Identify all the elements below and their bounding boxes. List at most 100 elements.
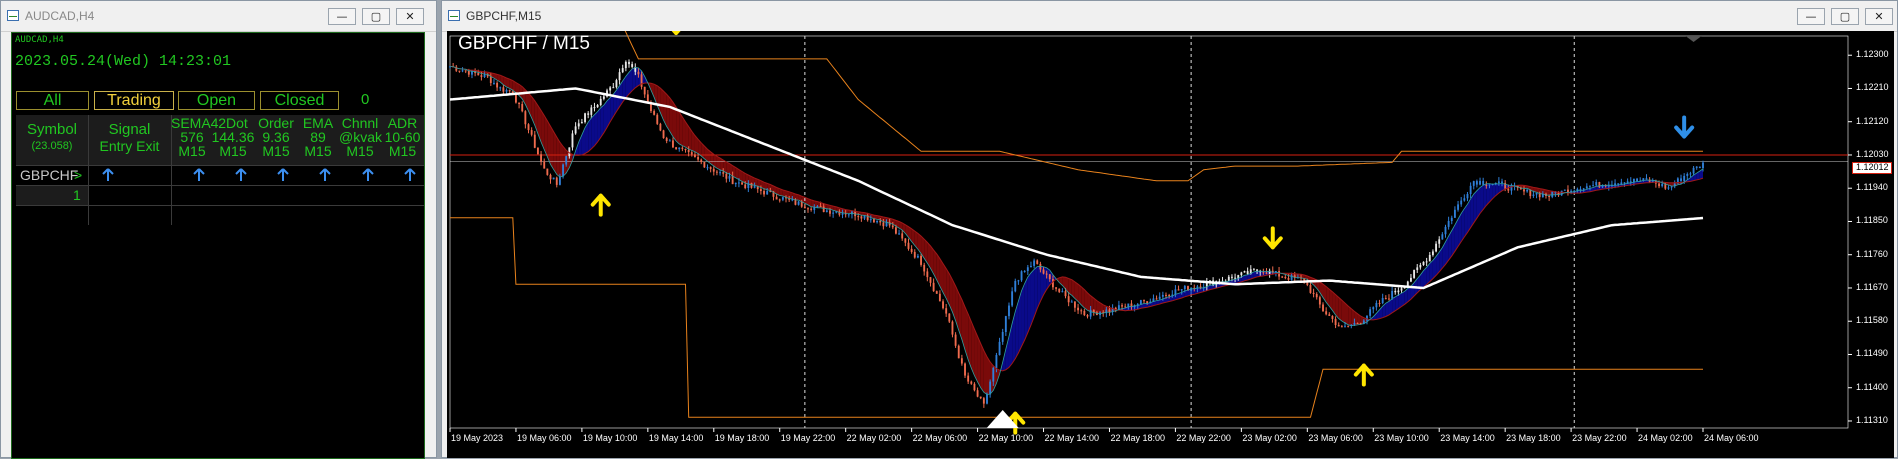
x-tick-label: 24 May 02:00 — [1638, 433, 1693, 443]
candle-body — [493, 83, 495, 84]
candle-body — [480, 75, 482, 77]
candle-body — [518, 103, 520, 104]
tab-trading[interactable]: Trading — [94, 91, 174, 110]
candle-body — [1423, 262, 1425, 265]
ribbon-segment — [629, 69, 632, 94]
table-row[interactable]: GBPCHF > — [16, 166, 424, 185]
candle-body — [1702, 163, 1704, 168]
close-button[interactable]: ✕ — [1865, 8, 1893, 25]
candle-body — [609, 87, 611, 90]
candle-body — [553, 178, 555, 180]
col-symbol: Symbol (23.058) — [16, 121, 88, 153]
candle-body — [1002, 332, 1004, 342]
maximize-button[interactable]: ▢ — [362, 8, 390, 25]
sell-arrow-icon — [668, 31, 684, 33]
candle-body — [1397, 291, 1399, 293]
tab-all[interactable]: All — [16, 91, 89, 110]
candle-body — [1234, 278, 1236, 279]
candle-body — [1457, 204, 1459, 209]
candle-body — [939, 294, 941, 302]
candle-body — [663, 130, 665, 138]
candle-body — [879, 221, 881, 223]
candle-body — [1005, 316, 1007, 332]
candle-body — [816, 206, 818, 207]
channel-upper-line — [450, 31, 1703, 181]
candle-body — [1162, 295, 1164, 297]
candle-body — [1156, 298, 1158, 299]
chart-panel[interactable] — [447, 31, 1894, 458]
candle-body — [502, 87, 504, 91]
candle-body — [729, 176, 731, 179]
candle-body — [703, 162, 705, 167]
minimize-button[interactable]: — — [1797, 8, 1825, 25]
sell-arrow-icon — [1676, 117, 1692, 136]
candle-body — [882, 222, 884, 226]
candle-body — [873, 219, 875, 222]
audcad-titlebar[interactable]: AUDCAD,H4 — ▢ ✕ — [1, 1, 436, 32]
candle-body — [528, 124, 530, 130]
ribbon-segment — [1386, 301, 1389, 316]
candle-body — [691, 152, 693, 154]
candle-body — [1322, 304, 1324, 311]
candle-body — [710, 167, 712, 169]
2dot-up-icon — [234, 168, 248, 182]
tab-closed[interactable]: Closed — [260, 91, 339, 110]
candle-body — [1379, 303, 1381, 304]
adr-up-icon — [403, 168, 417, 182]
sema4-up-icon — [192, 168, 206, 182]
candle-body — [1030, 266, 1032, 267]
candle-body — [556, 178, 558, 185]
candle-body — [1696, 167, 1698, 168]
candle-body — [1046, 274, 1048, 275]
candle-body — [1017, 280, 1019, 281]
datetime-display: 2023.05.24(Wed) 14:23:01 — [15, 53, 231, 70]
candle-body — [970, 382, 972, 384]
candle-body — [1470, 186, 1472, 194]
minimize-button[interactable]: — — [328, 8, 356, 25]
ribbon-segment — [670, 98, 673, 137]
candle-body — [1419, 265, 1421, 267]
candle-body — [1021, 271, 1023, 280]
price-chart[interactable] — [447, 31, 1894, 458]
ribbon-segment — [1395, 295, 1398, 311]
candle-body — [1357, 323, 1359, 324]
candle-body — [612, 87, 614, 88]
candle-body — [1598, 182, 1600, 187]
candle-body — [1426, 261, 1428, 262]
candle-body — [961, 358, 963, 363]
col-chnnl-val: @kvak — [339, 130, 381, 144]
candle-body — [1027, 267, 1029, 271]
fast-ma-line — [450, 66, 1703, 394]
candle-body — [669, 140, 671, 141]
candle-body — [600, 99, 602, 105]
candle-body — [697, 157, 699, 160]
x-tick-label: 19 May 2023 — [451, 433, 503, 443]
window-title: GBPCHF,M15 — [466, 9, 541, 23]
candle-body — [1331, 316, 1333, 319]
candle-body — [465, 70, 467, 71]
col-signal-sub: Entry Exit — [88, 139, 171, 153]
ribbon-segment — [1025, 277, 1028, 340]
candle-body — [1036, 260, 1038, 263]
candle-body — [1699, 167, 1701, 168]
candle-body — [1338, 325, 1340, 326]
col-sema4-val: 576 — [171, 130, 213, 144]
col-sema4: SEMA4 576 M15 — [171, 116, 213, 158]
col-adr-title: ADR — [381, 116, 424, 130]
ema-up-icon — [318, 168, 332, 182]
ribbon-segment — [667, 94, 670, 131]
ribbon-segment — [1339, 297, 1342, 321]
candle-body — [666, 138, 668, 141]
buy-arrow-icon — [593, 196, 609, 215]
candle-body — [1658, 184, 1660, 187]
gbpchf-titlebar[interactable]: GBPCHF,M15 — ▢ ✕ — [442, 1, 1897, 32]
maximize-button[interactable]: ▢ — [1831, 8, 1859, 25]
candle-body — [738, 182, 740, 183]
tab-open[interactable]: Open — [178, 91, 255, 110]
candle-body — [1087, 315, 1089, 316]
ribbon-segment — [1464, 204, 1467, 237]
close-button[interactable]: ✕ — [396, 8, 424, 25]
row-symbol[interactable]: GBPCHF — [20, 167, 78, 183]
ribbon-segment — [598, 108, 601, 142]
candle-body — [1476, 181, 1478, 184]
